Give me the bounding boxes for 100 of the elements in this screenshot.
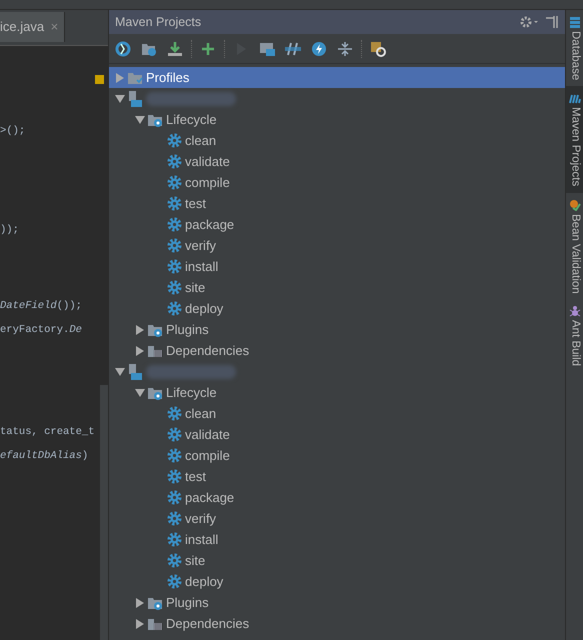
tree-item[interactable]: compile [109, 172, 565, 194]
item-label: test [185, 468, 206, 486]
tree-item[interactable]: test [109, 193, 565, 214]
execute-icon [259, 40, 275, 56]
gear-icon [167, 280, 182, 296]
item-label: Plugins [166, 321, 209, 339]
tree-item[interactable]: clean [109, 403, 565, 424]
item-label: clean [185, 132, 216, 150]
tree-item[interactable]: compile [109, 445, 565, 466]
gear-icon [167, 532, 182, 548]
tree-item[interactable]: deploy [109, 298, 565, 320]
gear-icon [167, 406, 182, 422]
tree-item[interactable]: verify [109, 235, 565, 256]
database-icon [569, 16, 581, 28]
gear-icon [167, 427, 182, 442]
item-label: Profiles [146, 69, 190, 87]
lightning-icon [311, 40, 327, 56]
hide-icon[interactable] [545, 15, 559, 29]
code-line: efaultDbAlias) [0, 449, 90, 464]
library-icon [147, 344, 163, 358]
item-label: package [185, 489, 234, 507]
tree-item[interactable]: Plugins [109, 319, 565, 340]
gear-icon [167, 490, 182, 506]
folder-gear-icon [147, 322, 163, 337]
expand-arrow-icon[interactable] [136, 346, 144, 356]
tree-item[interactable]: Profiles [109, 67, 565, 88]
tree-item[interactable]: Lifecycle [109, 109, 565, 130]
code-line: tatus, create_t [0, 425, 96, 440]
tree-item[interactable]: test [109, 466, 565, 488]
tab-label: ice.java [0, 18, 44, 36]
item-label: Lifecycle [166, 384, 217, 402]
toolbar-button[interactable] [113, 38, 133, 58]
gear-icon [167, 301, 182, 316]
tree-item[interactable]: validate [109, 424, 565, 446]
folder-gear-icon [147, 386, 163, 400]
tree-item[interactable]: install [109, 529, 565, 550]
item-label: validate [185, 153, 230, 171]
file-tab[interactable]: ice.java × [0, 12, 66, 42]
tree-item[interactable]: deploy [109, 571, 565, 592]
item-label: compile [185, 447, 230, 465]
code-line: DateField()); [0, 299, 83, 314]
tree-item[interactable]: site [109, 277, 565, 298]
collapse-icon [337, 40, 353, 56]
item-label: Lifecycle [166, 111, 217, 129]
tree-item[interactable]: package [109, 214, 565, 236]
item-label: site [185, 552, 206, 570]
tree-item[interactable]: clean [109, 130, 565, 152]
tree-item[interactable]: verify [109, 508, 565, 530]
gear-icon [167, 448, 182, 464]
code-line: >(); [0, 124, 26, 139]
item-label: Dependencies [166, 615, 250, 633]
tool-window-tab[interactable]: Bean Validation [566, 192, 583, 300]
expand-arrow-icon[interactable] [135, 388, 145, 397]
tree-item[interactable]: Plugins [109, 592, 565, 614]
offline-icon [285, 40, 301, 56]
gear-icon [167, 238, 182, 254]
item-label: deploy [185, 300, 224, 318]
item-label: install [185, 258, 218, 276]
tree-item[interactable]: Dependencies [109, 340, 565, 362]
code-line: eryFactory.De [0, 323, 83, 338]
tool-window-tab[interactable]: Maven Projects [566, 86, 583, 192]
tree-item[interactable]: Lifecycle [109, 382, 565, 404]
item-label: validate [185, 426, 230, 444]
expand-arrow-icon[interactable] [136, 618, 144, 629]
bean-check-icon [569, 198, 581, 210]
tool-window-tab[interactable]: Ant Build [566, 299, 583, 372]
tree-item[interactable]: validate [109, 151, 565, 172]
expand-arrow-icon[interactable] [136, 598, 144, 608]
tree-item[interactable]: install [109, 256, 565, 278]
item-label: deploy [185, 573, 224, 591]
expand-arrow-icon[interactable] [115, 368, 125, 376]
library-icon [147, 616, 163, 631]
module-icon [127, 364, 143, 380]
expand-arrow-icon[interactable] [136, 324, 144, 335]
item-label: site [185, 279, 206, 297]
item-label: verify [185, 237, 216, 255]
gear-icon [167, 175, 182, 190]
panel-title: Maven Projects [115, 14, 202, 31]
gear-icon [167, 217, 182, 232]
gear-icon [167, 133, 182, 148]
expand-arrow-icon[interactable] [115, 94, 125, 103]
gear-icon [167, 511, 182, 526]
item-label: package [185, 216, 234, 234]
scrollbar[interactable] [100, 385, 108, 640]
item-label: compile [185, 174, 230, 192]
tool-window-tab[interactable]: Database [566, 10, 583, 86]
gear-icon [167, 469, 182, 484]
expand-arrow-icon[interactable] [135, 116, 145, 124]
tree-item[interactable]: site [109, 550, 565, 572]
item-label: Plugins [166, 594, 209, 612]
tree-item[interactable]: package [109, 487, 565, 508]
item-label: test [185, 195, 206, 213]
download-icon [167, 40, 183, 56]
gear-icon [167, 196, 182, 212]
gear-icon [167, 553, 182, 568]
plus-icon [200, 40, 216, 56]
item-label: install [185, 531, 218, 549]
item-label: Dependencies [166, 342, 250, 360]
folder-gear-icon [147, 596, 163, 610]
tree-item[interactable]: Dependencies [109, 613, 565, 634]
